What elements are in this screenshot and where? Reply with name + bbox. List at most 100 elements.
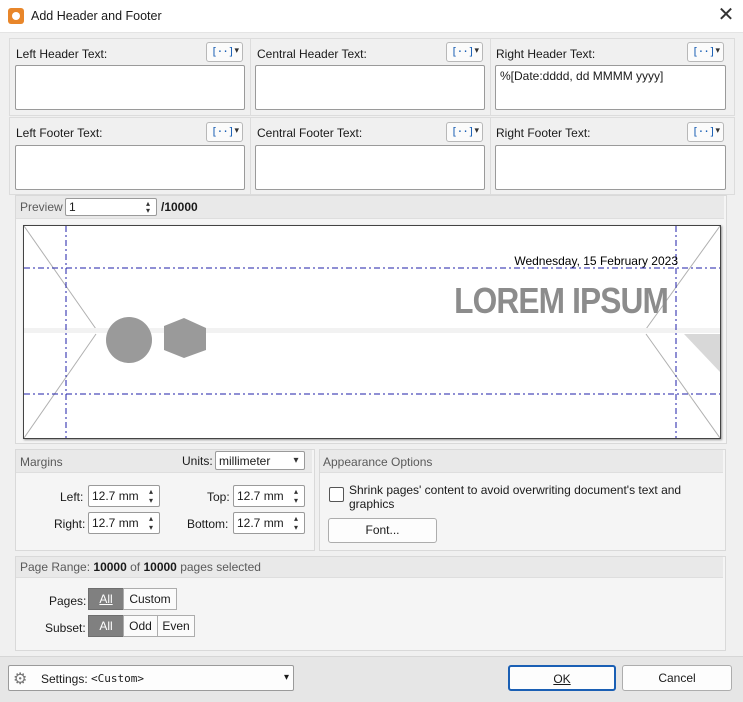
bottom-margin-label: Bottom: [187, 517, 229, 531]
left-footer-input[interactable] [15, 145, 245, 190]
central-footer-input[interactable] [255, 145, 485, 190]
chevron-down-icon: ▾ [234, 125, 239, 135]
page-range-of: of [130, 560, 141, 574]
pages-label: Pages: [49, 594, 87, 608]
settings-label: Settings: [41, 672, 88, 686]
shrink-content-line-2: graphics [349, 497, 395, 511]
right-header-input[interactable]: %[Date:dddd, dd MMMM yyyy] [495, 65, 726, 110]
left-footer-label: Left Footer Text: [16, 126, 103, 140]
right-footer-input[interactable] [495, 145, 726, 190]
macro-bracket-icon: [··] [451, 125, 475, 138]
macro-bracket-icon: [··] [451, 45, 475, 58]
spin-down-icon[interactable]: ▾ [290, 524, 302, 532]
units-value: millimeter [219, 454, 271, 468]
page-range-selected: 10000 [93, 560, 127, 574]
tools-icon [164, 318, 206, 358]
left-header-input[interactable] [15, 65, 245, 110]
chevron-down-icon: ▾ [715, 125, 720, 135]
chevron-down-icon: ▾ [715, 45, 720, 55]
font-button[interactable]: Font... [328, 518, 437, 543]
settings-dropdown[interactable]: ⚙ Settings: <Custom> ▾ [8, 665, 294, 691]
top-margin-spinner[interactable]: 12.7 mm ▴ ▾ [233, 485, 305, 507]
preview-page: Wednesday, 15 February 2023 LOREM IPSUM [23, 225, 721, 439]
pages-all-label: All [99, 592, 113, 606]
window-title: Add Header and Footer [31, 9, 162, 23]
settings-value: <Custom> [91, 672, 144, 685]
left-margin-value: 12.7 mm [92, 489, 139, 503]
chevron-down-icon: ▾ [474, 45, 479, 55]
chevron-down-icon: ▾ [474, 125, 479, 135]
margins-title: Margins [20, 455, 63, 469]
preview-label: Preview [20, 200, 63, 214]
page-diagonal [24, 226, 97, 330]
macro-bracket-icon: [··] [211, 45, 235, 58]
page-diagonal [24, 333, 97, 438]
subset-even-button[interactable]: Even [157, 615, 195, 637]
page-range-summary: Page Range: 10000 of 10000 pages selecte… [20, 560, 261, 574]
spin-down-icon[interactable]: ▾ [145, 524, 157, 532]
central-header-label: Central Header Text: [257, 47, 367, 61]
spin-down-icon[interactable]: ▾ [290, 497, 302, 505]
cancel-label: Cancel [658, 671, 696, 685]
pages-custom-button[interactable]: Custom [123, 588, 177, 610]
lightbulb-icon [106, 317, 152, 363]
ok-label: OK [553, 672, 571, 686]
preview-date-text: Wednesday, 15 February 2023 [514, 254, 678, 268]
right-footer-label: Right Footer Text: [496, 126, 591, 140]
spin-down-icon[interactable]: ▾ [142, 207, 154, 215]
appearance-title: Appearance Options [323, 455, 433, 469]
right-header-macro-button[interactable]: [··] ▾ [687, 42, 724, 62]
app-icon [8, 8, 24, 24]
left-footer-macro-button[interactable]: [··] ▾ [206, 122, 243, 142]
subset-all-button[interactable]: All [88, 615, 124, 637]
shrink-content-line-1: Shrink pages' content to avoid overwriti… [349, 483, 682, 497]
right-margin-value: 12.7 mm [92, 516, 139, 530]
shrink-content-label: Shrink pages' content to avoid overwriti… [349, 483, 719, 511]
spin-up-icon[interactable]: ▴ [290, 488, 302, 496]
bottom-margin-spinner[interactable]: 12.7 mm ▴ ▾ [233, 512, 305, 534]
subset-odd-label: Odd [129, 619, 152, 633]
central-footer-label: Central Footer Text: [257, 126, 363, 140]
spin-up-icon[interactable]: ▴ [145, 488, 157, 496]
close-icon[interactable]: ✕ [712, 4, 740, 28]
preview-lorem-text: LOREM IPSUM [454, 280, 669, 321]
spin-up-icon[interactable]: ▴ [145, 515, 157, 523]
right-margin-spinner[interactable]: 12.7 mm ▴ ▾ [88, 512, 160, 534]
preview-page-spinner[interactable]: 1 ▴ ▾ [65, 198, 157, 216]
subset-even-label: Even [162, 619, 190, 633]
macro-bracket-icon: [··] [692, 125, 716, 138]
page-range-prefix: Page Range: [20, 560, 91, 574]
right-footer-macro-button[interactable]: [··] ▾ [687, 122, 724, 142]
ok-button[interactable]: OK [508, 665, 616, 691]
macro-bracket-icon: [··] [211, 125, 235, 138]
chevron-down-icon: ▾ [283, 672, 289, 683]
shrink-content-checkbox[interactable] [329, 487, 344, 502]
left-margin-label: Left: [60, 490, 84, 504]
page-corner-shape [684, 334, 720, 372]
macro-bracket-icon: [··] [692, 45, 716, 58]
subset-label: Subset: [45, 621, 86, 635]
preview-page-value: 1 [69, 200, 76, 214]
central-header-input[interactable] [255, 65, 485, 110]
spin-down-icon[interactable]: ▾ [145, 497, 157, 505]
subset-odd-button[interactable]: Odd [123, 615, 158, 637]
gears-icon: ⚙ [13, 671, 28, 688]
top-margin-label: Top: [207, 490, 230, 504]
spin-up-icon[interactable]: ▴ [290, 515, 302, 523]
units-label: Units: [182, 454, 213, 468]
top-margin-value: 12.7 mm [237, 489, 284, 503]
cancel-button[interactable]: Cancel [622, 665, 732, 691]
units-select[interactable]: millimeter ▾ [215, 451, 305, 470]
central-header-macro-button[interactable]: [··] ▾ [446, 42, 483, 62]
right-margin-label: Right: [54, 517, 86, 531]
pages-all-button[interactable]: All [88, 588, 124, 610]
page-range-suffix: pages selected [180, 560, 261, 574]
left-header-macro-button[interactable]: [··] ▾ [206, 42, 243, 62]
pages-custom-label: Custom [129, 592, 171, 606]
bottom-margin-value: 12.7 mm [237, 516, 284, 530]
right-header-label: Right Header Text: [496, 47, 596, 61]
left-margin-spinner[interactable]: 12.7 mm ▴ ▾ [88, 485, 160, 507]
preview-page-total: /10000 [161, 200, 198, 214]
central-footer-macro-button[interactable]: [··] ▾ [446, 122, 483, 142]
left-header-label: Left Header Text: [16, 47, 108, 61]
